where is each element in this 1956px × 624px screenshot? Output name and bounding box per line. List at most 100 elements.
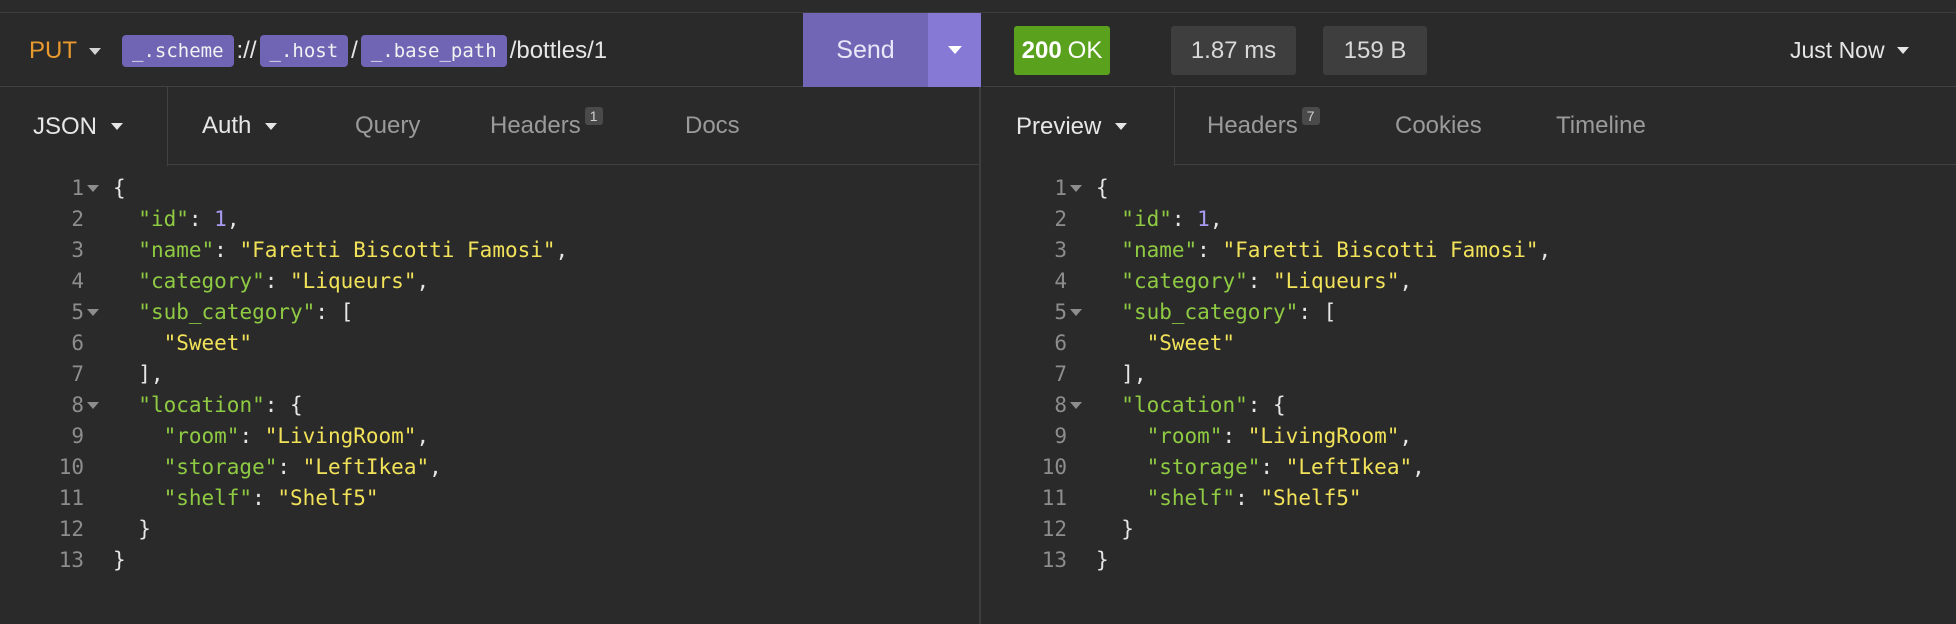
line-number: 12	[1041, 517, 1067, 541]
code-token: :	[252, 486, 278, 510]
code-line: 1{	[0, 173, 979, 204]
fold-triangle-icon[interactable]	[87, 402, 99, 409]
code-token: "Faretti Biscotti Famosi"	[1222, 238, 1539, 262]
code-token: ],	[113, 362, 164, 386]
code-token: ,	[555, 238, 569, 262]
line-number: 2	[1054, 207, 1067, 231]
code-token: :	[188, 207, 215, 231]
code-token: "storage"	[1146, 455, 1261, 479]
tab-response-headers[interactable]: Headers 7	[1207, 87, 1320, 165]
code-token: "Shelf5"	[277, 486, 379, 510]
line-number: 10	[1041, 455, 1067, 479]
url-bar: PUT _.scheme :// _.host / _.base_path /b…	[0, 13, 981, 87]
env-tag-base-path[interactable]: _.base_path	[360, 35, 507, 67]
code-line: 8 "location": {	[0, 390, 979, 421]
code-token: "shelf"	[163, 486, 253, 510]
code-text: "storage": "LeftIkea",	[113, 452, 442, 483]
response-pane: 200 OK 1.87 ms 159 B Just Now Preview He…	[983, 13, 1956, 624]
code-text: ],	[1096, 359, 1147, 390]
tab-preview[interactable]: Preview	[983, 87, 1175, 166]
send-options-button[interactable]	[928, 13, 981, 87]
code-line: 8 "location": {	[983, 390, 1956, 421]
request-body-editor[interactable]: 1{2 "id": 1, 3 "name": "Faretti Biscotti …	[0, 173, 979, 576]
chevron-down-icon	[111, 123, 124, 130]
tab-docs[interactable]: Docs	[685, 87, 740, 165]
code-token: "location"	[138, 393, 265, 417]
send-button[interactable]: Send	[803, 13, 928, 87]
code-token: }	[1096, 548, 1109, 572]
code-line: 11 "shelf": "Shelf5"	[0, 483, 979, 514]
code-text: "shelf": "Shelf5"	[1096, 483, 1362, 514]
request-pane: PUT _.scheme :// _.host / _.base_path /b…	[0, 13, 981, 624]
fold-triangle-icon[interactable]	[87, 185, 99, 192]
code-text: "location": {	[1096, 390, 1285, 421]
request-tabs: JSON Auth Query Headers 1 Docs	[0, 87, 979, 166]
code-text: "location": {	[113, 390, 302, 421]
code-token: "storage"	[163, 455, 278, 479]
code-text: "id": 1,	[113, 204, 239, 235]
fold-triangle-icon[interactable]	[1070, 185, 1082, 192]
code-token: :	[1171, 207, 1198, 231]
code-token: }	[1096, 517, 1134, 541]
tab-json[interactable]: JSON	[0, 87, 168, 166]
code-line: 9 "room": "LivingRoom",	[0, 421, 979, 452]
line-number: 1	[71, 176, 84, 200]
tab-timeline[interactable]: Timeline	[1556, 87, 1646, 165]
code-text: "sub_category": [	[1096, 297, 1336, 328]
method-selector[interactable]: PUT	[29, 37, 101, 65]
code-token: "room"	[1146, 424, 1223, 448]
code-token: ],	[1096, 362, 1147, 386]
line-number: 1	[1054, 176, 1067, 200]
response-history-dropdown[interactable]: Just Now	[1790, 37, 1909, 64]
line-number: 3	[71, 238, 84, 262]
code-line: 10 "storage": "LeftIkea",	[0, 452, 979, 483]
code-line: 5 "sub_category": [	[0, 297, 979, 328]
line-number: 9	[1054, 424, 1067, 448]
code-token: "category"	[138, 269, 265, 293]
fold-triangle-icon[interactable]	[1070, 402, 1082, 409]
code-token: :	[277, 455, 303, 479]
status-text: OK	[1067, 36, 1103, 64]
tab-label: Cookies	[1395, 112, 1482, 139]
code-line: 2 "id": 1,	[983, 204, 1956, 235]
line-number: 6	[1054, 331, 1067, 355]
code-text: "id": 1,	[1096, 204, 1222, 235]
code-line: 3 "name": "Faretti Biscotti Famosi",	[983, 235, 1956, 266]
tab-label: Headers	[490, 112, 581, 139]
tab-label: Auth	[202, 112, 252, 139]
fold-triangle-icon[interactable]	[1070, 309, 1082, 316]
code-line: 10 "storage": "LeftIkea",	[983, 452, 1956, 483]
code-text: "room": "LivingRoom",	[113, 421, 430, 452]
code-token: "id"	[138, 207, 189, 231]
code-token: :	[1222, 424, 1248, 448]
code-token: ,	[429, 455, 442, 479]
tab-headers[interactable]: Headers 1	[490, 87, 603, 165]
code-line: 12 }	[983, 514, 1956, 545]
code-line: 4 "category": "Liqueurs",	[0, 266, 979, 297]
code-text: "name": "Faretti Biscotti Famosi",	[113, 235, 568, 266]
code-text: ],	[113, 359, 164, 390]
code-line: 12 }	[0, 514, 979, 545]
code-token: :	[239, 424, 265, 448]
url-input[interactable]: _.scheme :// _.host / _.base_path /bottl…	[122, 35, 610, 67]
env-tag-scheme[interactable]: _.scheme	[122, 35, 234, 67]
code-line: 13}	[983, 545, 1956, 576]
tab-auth[interactable]: Auth	[202, 87, 278, 165]
tab-cookies[interactable]: Cookies	[1395, 87, 1482, 165]
code-text: "category": "Liqueurs",	[1096, 266, 1412, 297]
code-token: ,	[416, 269, 430, 293]
fold-triangle-icon[interactable]	[87, 309, 99, 316]
code-token: "sub_category"	[138, 300, 316, 324]
code-token: }	[113, 517, 151, 541]
env-tag-host[interactable]: _.host	[259, 35, 349, 67]
tab-query[interactable]: Query	[355, 87, 420, 165]
code-token: "room"	[163, 424, 240, 448]
